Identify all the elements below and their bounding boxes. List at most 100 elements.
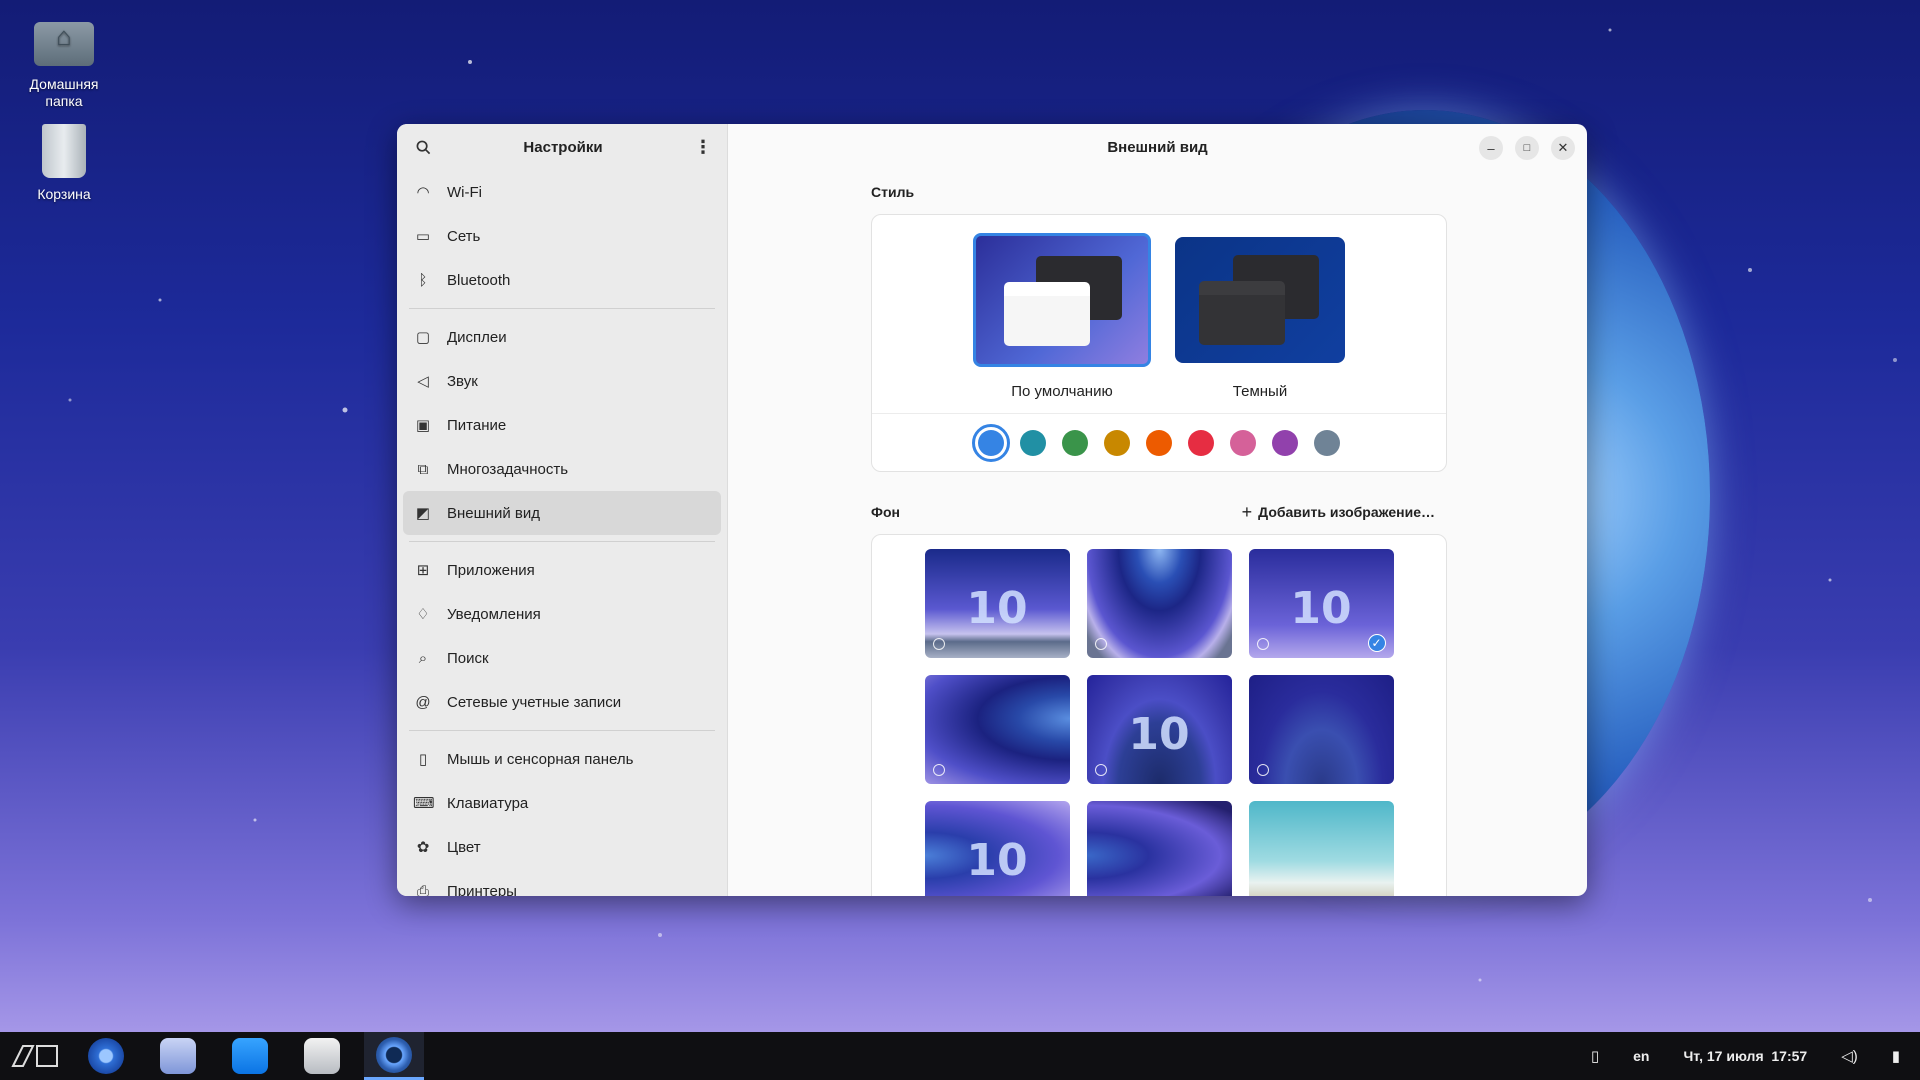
kebab-menu-icon: ⋮ [693, 136, 712, 157]
sidebar-item-label: Приложения [447, 561, 535, 579]
accent-color-swatch[interactable] [972, 423, 1010, 462]
wallpaper-thumbnail[interactable] [1086, 549, 1232, 658]
wallpaper-thumbnail[interactable]: 10 [924, 801, 1070, 896]
sidebar-item-label: Принтеры [447, 882, 517, 897]
mini-window-dark-front [1199, 281, 1285, 345]
wallpaper-thumbnail[interactable] [1086, 801, 1232, 896]
sidebar-separator [409, 730, 715, 731]
taskbar-files[interactable] [220, 1032, 280, 1080]
multitasking-icon: ⧉ [417, 460, 429, 478]
style-option-dark[interactable]: Темный [1175, 233, 1345, 413]
sidebar-item-notifications[interactable]: ♢ Уведомления [403, 592, 721, 636]
desktop-home-folder[interactable]: Домашняя папка [14, 14, 114, 110]
volume-icon[interactable]: ◁) [1841, 1047, 1858, 1065]
accent-color-swatch[interactable] [1230, 429, 1256, 456]
sidebar-header: Настройки ⋮ [397, 124, 727, 170]
taskbar-browser[interactable] [76, 1032, 136, 1080]
trash-icon [42, 124, 86, 178]
battery-icon[interactable]: ▮ [1892, 1047, 1900, 1065]
accent-color-swatch[interactable] [1062, 429, 1088, 456]
main-panel: Внешний вид – □ ✕ Стиль По умолчанию Тем… [728, 124, 1587, 896]
folder-icon [232, 1038, 268, 1074]
sidebar-separator [409, 308, 715, 309]
sidebar-item-label: Питание [447, 416, 507, 434]
plus-icon: + [1241, 501, 1253, 522]
accent-color-swatch[interactable] [1104, 429, 1130, 456]
wallpaper-thumbnail[interactable] [1248, 801, 1394, 896]
minimize-icon: – [1487, 140, 1495, 156]
wallpaper-thumbnail[interactable] [1248, 675, 1394, 784]
sidebar-item-printers[interactable]: ⎙ Принтеры [403, 869, 721, 897]
desktop-icon-label: Корзина [37, 186, 91, 202]
sidebar-item-label: Поиск [447, 649, 489, 667]
sidebar-item-multitasking[interactable]: ⧉ Многозадачность [403, 447, 721, 491]
sidebar-title: Настройки [523, 138, 603, 156]
wifi-icon: ◠ [416, 184, 430, 201]
wallpaper-thumbnail[interactable] [924, 675, 1070, 784]
accent-color-swatch[interactable] [1272, 429, 1298, 456]
maximize-icon: □ [1523, 142, 1531, 154]
accent-color-swatch[interactable] [1314, 429, 1340, 456]
menu-button[interactable]: ⋮ [691, 135, 715, 159]
accent-color-swatch[interactable] [1020, 429, 1046, 456]
sidebar-item-power[interactable]: ▣ Питание [403, 403, 721, 447]
maximize-button[interactable]: □ [1515, 136, 1539, 160]
close-button[interactable]: ✕ [1551, 136, 1575, 160]
wallpaper-thumbnail[interactable]: 10 [1086, 675, 1232, 784]
clipboard-icon[interactable]: ▯ [1591, 1047, 1599, 1065]
system-tray: ▯ en Чт, 17 июля 17:57 ◁) ▮ [1591, 1032, 1900, 1080]
minimize-button[interactable]: – [1479, 136, 1503, 160]
clock-icon [1256, 638, 1269, 650]
page-title: Внешний вид [1107, 138, 1208, 156]
apps-icon: ⊞ [416, 562, 430, 579]
style-options: По умолчанию Темный [872, 215, 1446, 413]
sidebar-item-keyboard[interactable]: ⌨ Клавиатура [403, 781, 721, 825]
sidebar-item-online-accounts[interactable]: @ Сетевые учетные записи [403, 680, 721, 724]
sidebar-item-network[interactable]: ▭ Сеть [403, 214, 721, 258]
add-image-button[interactable]: + Добавить изображение… [1242, 502, 1447, 523]
taskbar-settings[interactable] [364, 1032, 424, 1080]
wallpaper-thumbnail[interactable]: 10 [924, 549, 1070, 658]
accent-color-swatch[interactable] [1188, 429, 1214, 456]
sidebar-item-label: Мышь и сенсорная панель [447, 750, 634, 768]
taskbar: ▯ en Чт, 17 июля 17:57 ◁) ▮ [0, 1032, 1920, 1080]
clock[interactable]: Чт, 17 июля 17:57 [1683, 1048, 1807, 1064]
sidebar-item-mouse[interactable]: ▯ Мышь и сенсорная панель [403, 737, 721, 781]
taskbar-mail[interactable] [148, 1032, 208, 1080]
clock-icon [932, 764, 945, 776]
style-option-default[interactable]: По умолчанию [973, 233, 1151, 413]
wallpaper-logo-text: 10 [1128, 709, 1190, 760]
activities-button[interactable] [6, 1032, 64, 1080]
sidebar-item-wifi[interactable]: ◠ Wi-Fi [403, 170, 721, 214]
sidebar-item-bluetooth[interactable]: ᛒ Bluetooth [403, 258, 721, 302]
accent-color-swatch[interactable] [1146, 429, 1172, 456]
sidebar-item-label: Wi-Fi [447, 183, 482, 201]
sidebar-item-label: Клавиатура [447, 794, 529, 812]
search-button[interactable] [411, 135, 435, 159]
keyboard-layout[interactable]: en [1633, 1048, 1649, 1064]
style-label: Стиль [871, 184, 915, 200]
main-header: Внешний вид – □ ✕ [728, 124, 1587, 170]
accent-color-row [872, 413, 1446, 471]
sidebar-item-displays[interactable]: ▢ Дисплеи [403, 315, 721, 359]
sidebar-item-search[interactable]: ⌕ Поиск [403, 636, 721, 680]
keyboard-icon: ⌨ [413, 795, 435, 812]
sidebar-item-sound[interactable]: ◁ Звук [403, 359, 721, 403]
sidebar-item-color[interactable]: ✿ Цвет [403, 825, 721, 869]
software-store-icon [304, 1038, 340, 1074]
background-section-header: Фон + Добавить изображение… [871, 500, 1447, 524]
sidebar-item-apps[interactable]: ⊞ Приложения [403, 548, 721, 592]
search-icon [416, 140, 430, 154]
clock-icon [1094, 638, 1107, 650]
taskbar-software[interactable] [292, 1032, 352, 1080]
folder-icon [34, 22, 94, 66]
sidebar-item-appearance[interactable]: ◩ Внешний вид [403, 491, 721, 535]
clock-icon [1256, 764, 1269, 776]
sidebar-item-label: Уведомления [447, 605, 541, 623]
sidebar-separator [409, 541, 715, 542]
checkmark-icon: ✓ [1367, 634, 1386, 652]
desktop-trash[interactable]: Корзина [14, 124, 114, 203]
wallpaper-logo-text: 10 [966, 835, 1028, 886]
wallpaper-thumbnail[interactable]: 10 ✓ [1248, 549, 1394, 658]
search-icon: ⌕ [418, 649, 428, 667]
